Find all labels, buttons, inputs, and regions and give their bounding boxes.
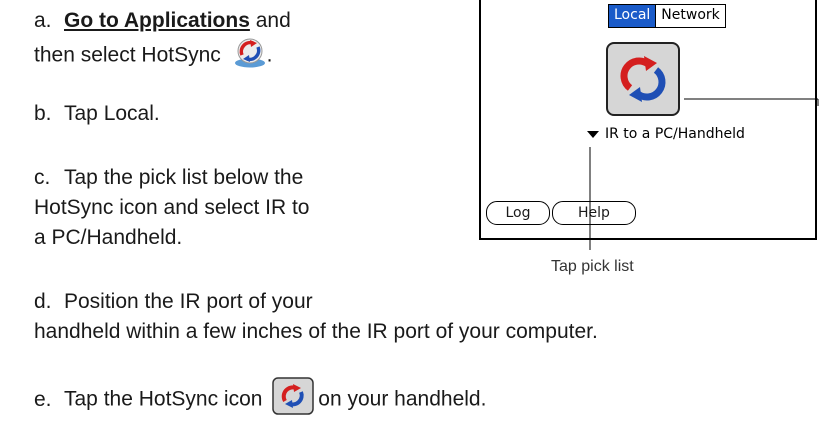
tap-picklist-caption: Tap pick list (551, 258, 634, 275)
callout-lines (589, 98, 819, 250)
